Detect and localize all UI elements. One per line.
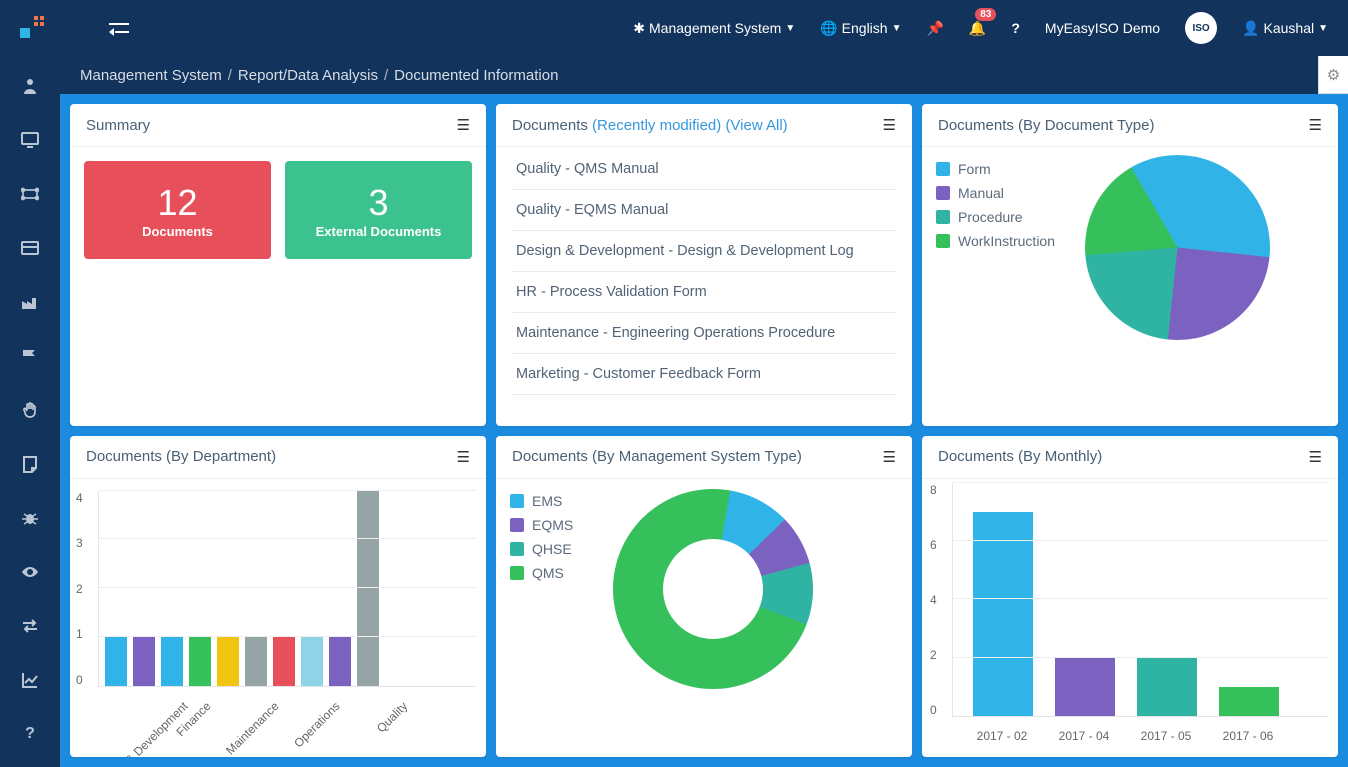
legend-item[interactable]: QMS <box>510 565 573 581</box>
panel-title: Summary <box>86 117 150 134</box>
sidebar-item-process-icon[interactable] <box>20 184 40 204</box>
card-value: 12 <box>157 182 197 224</box>
list-item[interactable]: Maintenance - Engineering Operations Pro… <box>512 313 896 354</box>
breadcrumb-level1[interactable]: Management System <box>80 67 222 84</box>
sidebar-item-note-icon[interactable] <box>20 454 40 474</box>
list-item[interactable]: HR - Process Validation Form <box>512 272 896 313</box>
legend: Form Manual Procedure WorkInstruction <box>936 161 1055 340</box>
legend-item[interactable]: EMS <box>510 493 573 509</box>
card-label: Documents <box>142 224 213 239</box>
settings-cog-icon[interactable]: ⚙ <box>1318 56 1348 94</box>
user-icon: 👤 <box>1242 20 1259 37</box>
panel-by-system: Documents (By Management System Type) ☰ … <box>496 436 912 758</box>
sidebar-item-card-icon[interactable] <box>20 238 40 258</box>
pin-icon[interactable]: 📌 <box>926 20 943 37</box>
management-system-label: Management System <box>649 20 781 36</box>
sidebar-item-bug-icon[interactable] <box>20 508 40 528</box>
panel-menu-icon[interactable]: ☰ <box>457 448 470 466</box>
breadcrumb-sep: / <box>228 67 232 84</box>
legend-item[interactable]: WorkInstruction <box>936 233 1055 249</box>
panel-title: Documents (By Management System Type) <box>512 448 802 465</box>
view-all-link[interactable]: (View All) <box>725 117 787 134</box>
legend-item[interactable]: Procedure <box>936 209 1055 225</box>
sidebar-item-eye-icon[interactable] <box>20 562 40 582</box>
language-dropdown[interactable]: 🌐 English ▼ <box>820 20 901 37</box>
management-system-dropdown[interactable]: ✱ Management System ▼ <box>633 20 795 37</box>
caret-down-icon: ▼ <box>892 23 902 34</box>
pie-chart <box>1085 155 1270 340</box>
sidebar-item-question-icon[interactable]: ? <box>20 724 40 744</box>
donut-chart <box>613 489 813 689</box>
caret-down-icon: ▼ <box>1318 23 1328 34</box>
company-label: MyEasyISO Demo <box>1045 20 1160 36</box>
list-item[interactable]: Quality - EQMS Manual <box>512 190 896 231</box>
bar-chart: 43210 Design & DevelopmentFinanceMainten… <box>70 479 486 758</box>
sidebar: ? <box>0 56 60 767</box>
panel-menu-icon[interactable]: ☰ <box>883 116 896 134</box>
panel-by-month: Documents (By Monthly) ☰ 86420 2017 - 02… <box>922 436 1338 758</box>
sidebar-item-person-icon[interactable] <box>20 76 40 96</box>
gear-icon: ✱ <box>633 20 645 37</box>
panel-title: Documents (Recently modified) (View All) <box>512 117 788 134</box>
breadcrumb: Management System / Report/Data Analysis… <box>60 56 1348 94</box>
bell-icon: 🔔 <box>969 20 986 37</box>
list-item[interactable]: Design & Development - Design & Developm… <box>512 231 896 272</box>
panel-title: Documents (By Document Type) <box>938 117 1154 134</box>
breadcrumb-level3: Documented Information <box>394 67 558 84</box>
legend-item[interactable]: EQMS <box>510 517 573 533</box>
panel-menu-icon[interactable]: ☰ <box>1309 448 1322 466</box>
legend-item[interactable]: Form <box>936 161 1055 177</box>
panel-menu-icon[interactable]: ☰ <box>883 448 896 466</box>
notifications-badge: 83 <box>975 8 996 21</box>
panel-menu-icon[interactable]: ☰ <box>457 116 470 134</box>
card-value: 3 <box>368 182 388 224</box>
breadcrumb-level2[interactable]: Report/Data Analysis <box>238 67 378 84</box>
user-dropdown[interactable]: 👤 Kaushal ▼ <box>1242 20 1328 37</box>
sidebar-item-industry-icon[interactable] <box>20 292 40 312</box>
panel-title: Documents (By Department) <box>86 448 276 465</box>
toggle-sidebar-icon[interactable] <box>109 20 129 36</box>
list-item[interactable]: Quality - QMS Manual <box>512 149 896 190</box>
caret-down-icon: ▼ <box>785 23 795 34</box>
sidebar-item-flag-icon[interactable] <box>20 346 40 366</box>
sidebar-item-transfer-icon[interactable] <box>20 616 40 636</box>
notifications-bell[interactable]: 🔔 83 <box>969 20 986 37</box>
legend: EMS EQMS QHSE QMS <box>510 493 573 689</box>
user-label: Kaushal <box>1264 20 1315 36</box>
panel-recent: Documents (Recently modified) (View All)… <box>496 104 912 426</box>
language-label: English <box>842 20 888 36</box>
sidebar-item-hand-icon[interactable] <box>20 400 40 420</box>
help-icon[interactable]: ? <box>1011 20 1020 36</box>
panel-summary: Summary ☰ 12 Documents 3 External Docume… <box>70 104 486 426</box>
avatar[interactable]: ISO <box>1185 12 1217 44</box>
recently-modified-link[interactable]: (Recently modified) <box>592 117 725 134</box>
panel-menu-icon[interactable]: ☰ <box>1309 116 1322 134</box>
card-documents[interactable]: 12 Documents <box>84 161 271 259</box>
globe-icon: 🌐 <box>820 20 837 37</box>
panel-by-type: Documents (By Document Type) ☰ Form Manua… <box>922 104 1338 426</box>
panel-by-dept: Documents (By Department) ☰ 43210 Design… <box>70 436 486 758</box>
sidebar-item-chart-icon[interactable] <box>20 670 40 690</box>
logo-icon <box>20 16 44 40</box>
recent-list: Quality - QMS ManualQuality - EQMS Manua… <box>496 147 912 397</box>
top-header: ✱ Management System ▼ 🌐 English ▼ 📌 🔔 83… <box>0 0 1348 56</box>
list-item[interactable]: Marketing - Customer Feedback Form <box>512 354 896 395</box>
panel-title: Documents (By Monthly) <box>938 448 1102 465</box>
breadcrumb-sep: / <box>384 67 388 84</box>
card-external-documents[interactable]: 3 External Documents <box>285 161 472 259</box>
bar-chart: 86420 2017 - 022017 - 042017 - 052017 - … <box>922 479 1338 758</box>
legend-item[interactable]: Manual <box>936 185 1055 201</box>
card-label: External Documents <box>316 224 442 239</box>
sidebar-item-monitor-icon[interactable] <box>20 130 40 150</box>
legend-item[interactable]: QHSE <box>510 541 573 557</box>
